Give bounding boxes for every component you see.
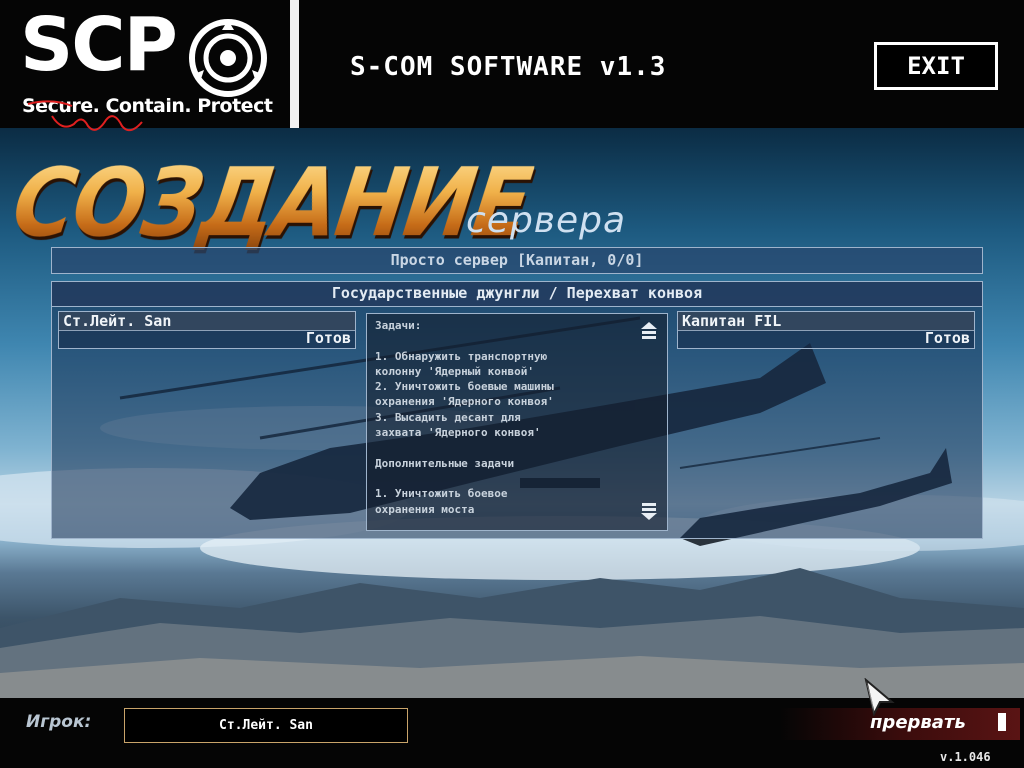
- mission-title: Государственные джунгли / Перехват конво…: [52, 282, 982, 307]
- objective-line: охранения моста: [375, 502, 475, 516]
- player-slot-right[interactable]: Капитан FIL Готов: [677, 311, 975, 349]
- objective-line: 1. Уничтожить боевое: [375, 487, 508, 501]
- scp-emblem-icon: [189, 19, 267, 97]
- screen-subtitle: сервера: [466, 200, 627, 241]
- exit-button[interactable]: EXIT: [874, 42, 998, 90]
- red-scribble: [27, 100, 143, 132]
- server-info-bar: Просто сервер [Капитан, 0/0]: [51, 247, 983, 274]
- player-name-field[interactable]: Ст.Лейт. San: [124, 708, 408, 743]
- objective-line: захвата 'Ядерного конвоя': [375, 426, 541, 440]
- scroll-down-icon[interactable]: [639, 502, 659, 522]
- player-status: Готов: [924, 329, 970, 347]
- objective-line: 1. Обнаружить транспортную: [375, 349, 548, 363]
- objective-line: колонну 'Ядерный конвой': [375, 364, 534, 378]
- player-slot-left[interactable]: Ст.Лейт. San Готов: [58, 311, 356, 349]
- objective-line: Задачи:: [375, 319, 422, 332]
- objective-line: 3. Высадить десант для: [375, 410, 521, 424]
- app-title: S-COM SOFTWARE v1.3: [350, 52, 667, 82]
- scp-logo-text: SCP: [20, 2, 178, 88]
- objective-line: [375, 440, 635, 455]
- objective-line: [375, 333, 635, 348]
- abort-marker-icon: [998, 713, 1006, 731]
- screen-title: СОЗДАНИЕ: [6, 148, 537, 258]
- objectives-text: Задачи: 1. Обнаружить транспортную колон…: [375, 318, 635, 517]
- objective-line: 2. Уничтожить боевые машины: [375, 380, 554, 394]
- player-status: Готов: [305, 329, 351, 347]
- objective-line: [375, 471, 635, 486]
- version-label: v.1.046: [940, 750, 991, 764]
- objectives-box[interactable]: Задачи: 1. Обнаружить транспортную колон…: [366, 313, 668, 531]
- scroll-up-icon[interactable]: [639, 320, 659, 340]
- objective-line: Дополнительные задачи: [375, 456, 515, 470]
- objective-line: охранения 'Ядерного конвоя': [375, 395, 554, 409]
- header-bar: SCP Secure. Contain. Protect S-COM SOFTW…: [0, 0, 1024, 132]
- player-label: Игрок:: [26, 712, 92, 732]
- scp-logo: SCP Secure. Contain. Protect: [0, 0, 288, 132]
- header-divider: [290, 0, 299, 128]
- mouse-cursor-icon: [864, 678, 895, 716]
